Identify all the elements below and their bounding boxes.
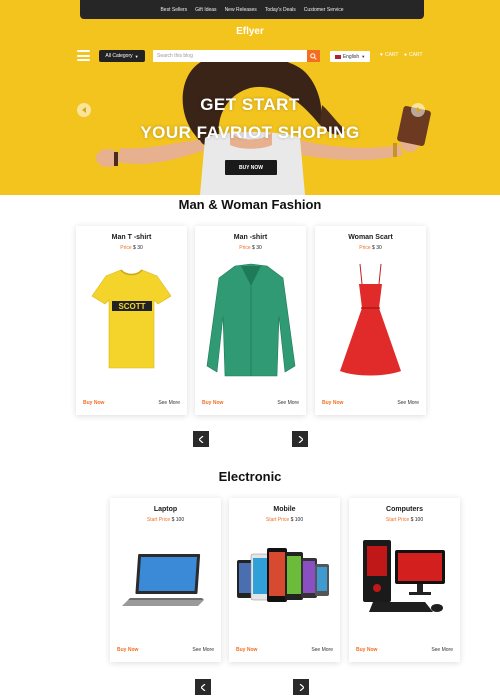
cart-label-2: CART xyxy=(409,52,423,58)
site-logo[interactable]: Eflyer xyxy=(0,26,500,37)
language-label: English xyxy=(342,53,360,60)
product-name: Woman Scart xyxy=(348,234,393,241)
top-nav-bar: Best Sellers Gift Ideas New Releases Tod… xyxy=(80,0,424,19)
product-price: Start Price $ 100 xyxy=(146,517,185,523)
product-card: Woman Scart Price $ 30 Buy Now See More xyxy=(315,226,426,415)
chevron-down-icon: ▼ xyxy=(134,53,139,59)
computer-setup-image xyxy=(363,540,445,612)
fashion-next-button[interactable] xyxy=(292,431,308,447)
tshirt-image: SCOTT xyxy=(91,269,172,369)
see-more-link[interactable]: See More xyxy=(311,647,333,653)
nav-todays-deals[interactable]: Today's Deals xyxy=(265,7,296,13)
buy-now-link[interactable]: Buy Now xyxy=(236,647,257,653)
search-button[interactable] xyxy=(307,50,320,62)
fashion-prev-button[interactable] xyxy=(193,431,209,447)
electronic-next-button[interactable] xyxy=(293,679,309,695)
nav-gift-ideas[interactable]: Gift Ideas xyxy=(195,7,216,13)
see-more-link[interactable]: See More xyxy=(397,400,419,406)
cart-label: CART xyxy=(384,52,399,58)
user-icon: ● xyxy=(404,52,408,58)
flag-icon xyxy=(334,54,341,59)
fashion-section-title: Man & Woman Fashion xyxy=(178,197,322,212)
chevron-down-icon: ▼ xyxy=(361,54,366,59)
product-price: Price $ 30 xyxy=(120,245,143,251)
product-card: Mobile Start Price $ 100 Buy Now See Mor… xyxy=(229,498,340,662)
svg-text:SCOTT: SCOTT xyxy=(118,302,145,311)
product-name: Computers xyxy=(386,506,423,513)
product-price: Start Price $ 100 xyxy=(265,517,304,523)
mobile-phones-image xyxy=(237,548,329,602)
electronic-section-title: Electronic xyxy=(218,469,282,484)
shirt-image xyxy=(206,263,296,384)
buy-now-link[interactable]: Buy Now xyxy=(202,400,223,406)
category-dropdown[interactable]: All Category ▼ xyxy=(99,50,145,62)
search-input[interactable] xyxy=(153,50,307,62)
buy-now-link[interactable]: Buy Now xyxy=(356,647,377,653)
product-price: Price $ 30 xyxy=(239,245,262,251)
product-card: Man -shirt Price $ 30 Buy Now See More xyxy=(195,226,306,415)
search-icon xyxy=(310,52,317,60)
chevron-left-icon xyxy=(200,683,205,691)
hero-banner: Best Sellers Gift Ideas New Releases Tod… xyxy=(0,0,500,195)
chevron-right-icon xyxy=(299,683,304,691)
see-more-link[interactable]: See More xyxy=(431,647,453,653)
buy-now-link[interactable]: Buy Now xyxy=(117,647,138,653)
buy-now-link[interactable]: Buy Now xyxy=(322,400,343,406)
chevron-right-icon xyxy=(298,435,303,443)
cart-link-2[interactable]: ● CART xyxy=(404,52,423,58)
language-select[interactable]: English ▼ xyxy=(330,51,370,62)
product-price: Start Price $ 100 xyxy=(385,517,424,523)
hero-buy-now-button[interactable]: BUY NOW xyxy=(225,160,277,175)
product-card: Laptop Start Price $ 100 Buy Now See Mor… xyxy=(110,498,221,662)
product-name: Mobile xyxy=(273,506,296,513)
nav-customer-service[interactable]: Customer Service xyxy=(304,7,344,13)
product-name: Man T -shirt xyxy=(111,234,152,241)
cart-link[interactable]: ♥ CART xyxy=(380,52,399,58)
hero-headline-line2: YOUR FAVRIOT SHOPING xyxy=(140,123,360,142)
category-dropdown-label: All Category xyxy=(105,53,133,59)
dress-image xyxy=(340,263,401,376)
menu-icon[interactable] xyxy=(77,50,90,61)
product-card: Computers Start Price $ 100 Buy Now See … xyxy=(349,498,460,662)
product-name: Man -shirt xyxy=(233,234,268,241)
nav-best-sellers[interactable]: Best Sellers xyxy=(160,7,187,13)
heart-icon: ♥ xyxy=(380,52,383,58)
see-more-link[interactable]: See More xyxy=(158,400,180,406)
product-card: Man T -shirt Price $ 30 SCOTT Buy Now Se… xyxy=(76,226,187,415)
nav-new-releases[interactable]: New Releases xyxy=(225,7,257,13)
electronic-prev-button[interactable] xyxy=(195,679,211,695)
search-toolbar: All Category ▼ English ▼ ♥ CART ● CART xyxy=(0,49,500,63)
hero-headline-line1: GET START xyxy=(200,95,300,114)
product-price: Price $ 30 xyxy=(359,245,382,251)
see-more-link[interactable]: See More xyxy=(277,400,299,406)
laptop-image xyxy=(122,554,204,606)
buy-now-link[interactable]: Buy Now xyxy=(83,400,104,406)
chevron-left-icon xyxy=(198,435,203,443)
product-name: Laptop xyxy=(153,506,178,513)
see-more-link[interactable]: See More xyxy=(192,647,214,653)
